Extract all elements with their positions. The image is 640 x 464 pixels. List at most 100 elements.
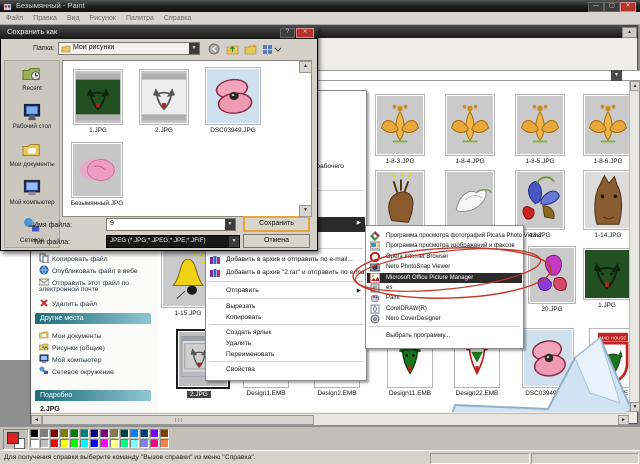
file-label[interactable]: Design2.EMB <box>305 390 369 397</box>
file-label[interactable]: 1-8-3.JPG <box>368 158 432 165</box>
scroll-right-icon[interactable]: ► <box>618 415 629 425</box>
thumbnail-dove[interactable] <box>445 170 495 230</box>
palette-color-swatch[interactable] <box>50 429 59 438</box>
open-with-item[interactable]: Программа просмотра изображений и факсов <box>367 241 522 251</box>
palette-color-swatch[interactable] <box>80 429 89 438</box>
menubar-item-1[interactable]: Правка <box>33 15 57 22</box>
open-with-item[interactable]: Microsoft Office Picture Manager <box>367 272 522 284</box>
place-desktop[interactable]: Рабочий стол <box>5 103 59 130</box>
filename-input[interactable]: 9 ▼ <box>106 218 236 231</box>
other-place-link[interactable]: Сетевое окружение <box>39 366 114 378</box>
context-menu-item[interactable]: Переименовать <box>207 349 365 361</box>
palette-color-swatch[interactable] <box>70 429 79 438</box>
palette-color-swatch[interactable] <box>100 429 109 438</box>
open-with-item[interactable]: es <box>367 283 522 293</box>
menubar-item-4[interactable]: Палитра <box>126 15 154 22</box>
file-label[interactable]: 1-8-4.JPG <box>438 158 502 165</box>
task-link[interactable]: Копировать файл <box>39 253 108 265</box>
other-place-link[interactable]: Мои документы <box>38 330 102 342</box>
palette-color-swatch[interactable] <box>90 439 99 448</box>
file-label[interactable]: 1-14.JPG <box>576 232 629 239</box>
new-folder-icon[interactable] <box>244 42 257 55</box>
context-menu-item[interactable]: Добавить в архив "2.rar" и отправить по … <box>207 267 367 279</box>
menubar-item-3[interactable]: Рисунок <box>90 15 116 22</box>
context-menu-item[interactable]: Добавить в архив и отправить по e-mail..… <box>207 254 365 266</box>
close-button[interactable]: ✕ <box>620 2 636 12</box>
other-place-link[interactable]: Мой компьютер <box>39 354 101 366</box>
open-with-item[interactable]: Paint <box>367 293 522 303</box>
current-colors-box[interactable] <box>3 429 29 450</box>
palette-color-swatch[interactable] <box>150 429 159 438</box>
context-menu-item[interactable]: Свойства <box>207 364 365 376</box>
palette-color-swatch[interactable] <box>130 439 139 448</box>
dialog-thumbnail-DSC03949.JPG[interactable] <box>205 67 261 125</box>
palette-color-swatch[interactable] <box>140 429 149 438</box>
open-with-item[interactable]: Nero PhotoSnap Viewer <box>367 262 522 272</box>
palette-color-swatch[interactable] <box>40 429 49 438</box>
scroll-up-icon[interactable]: ▲ <box>630 81 640 91</box>
palette-color-swatch[interactable] <box>100 439 109 448</box>
task-link[interactable]: электронной почте <box>39 286 98 293</box>
minimize-button[interactable]: — <box>588 2 604 12</box>
address-dropdown-icon[interactable]: ▼ <box>611 70 622 81</box>
palette-color-swatch[interactable] <box>80 439 89 448</box>
file-label[interactable]: 1.JPG <box>575 302 629 309</box>
palette-color-swatch[interactable] <box>30 439 39 448</box>
scroll-down-icon[interactable]: ▼ <box>630 402 640 412</box>
place-computer[interactable]: Мой компьютер <box>5 179 59 206</box>
menubar-item-5[interactable]: Справка <box>164 15 191 22</box>
open-with-item[interactable]: Программа просмотра фотографий Picasa Ph… <box>367 231 542 241</box>
dialog-scroll-down-icon[interactable]: ▼ <box>299 205 312 217</box>
thumbnail-1-8-4.JPG[interactable] <box>445 94 495 156</box>
open-with-item[interactable]: Nero CoverDesigner <box>367 314 522 324</box>
palette-color-swatch[interactable] <box>60 429 69 438</box>
palette-color-swatch[interactable] <box>110 439 119 448</box>
thumbnail-1-14.JPG[interactable] <box>583 170 629 230</box>
back-icon[interactable] <box>208 42 221 55</box>
palette-color-swatch[interactable] <box>60 439 69 448</box>
filetype-combo[interactable]: JPEG (*.JPG;*.JPEG;*.JPE;*.JFIF) ▼ <box>106 235 240 248</box>
dialog-thumbnail-1.JPG[interactable] <box>73 69 123 125</box>
save-button[interactable]: Сохранить <box>243 216 310 232</box>
palette-color-swatch[interactable] <box>140 439 149 448</box>
scroll-left-icon[interactable]: ◄ <box>31 415 42 425</box>
file-label[interactable]: 1-8-6.JPG <box>576 158 629 165</box>
palette-color-swatch[interactable] <box>160 429 169 438</box>
palette-color-swatch[interactable] <box>110 429 119 438</box>
task-link[interactable]: Опубликовать файл в вебе <box>39 265 138 277</box>
dialog-scroll-up-icon[interactable]: ▲ <box>299 61 312 73</box>
file-label[interactable]: Design1.EMB <box>234 390 298 397</box>
horizontal-scrollbar[interactable]: ◄ ► <box>31 413 629 425</box>
maximize-button[interactable]: ▢ <box>604 2 620 12</box>
context-menu-item[interactable]: Отправить ▶ <box>207 285 365 297</box>
place-documents[interactable]: Мои документы <box>5 141 59 168</box>
open-with-item[interactable]: Opera Internet Browser <box>367 251 522 262</box>
thumbnail-1-8-5.JPG[interactable] <box>515 94 565 156</box>
palette-color-swatch[interactable] <box>50 439 59 448</box>
views-icon[interactable] <box>262 42 282 54</box>
dialog-close-button[interactable]: ✕ <box>296 28 314 38</box>
dialog-thumbnail-Безымянный.JPG[interactable] <box>71 142 123 198</box>
thumbnail-hand[interactable] <box>375 170 425 230</box>
dialog-thumbnail-2.JPG[interactable] <box>139 69 189 125</box>
open-with-item[interactable]: CorelDRAW(R) <box>367 304 522 314</box>
explorer-window-button[interactable]: ▲ <box>622 27 637 38</box>
palette-color-swatch[interactable] <box>130 429 139 438</box>
cancel-button[interactable]: Отмена <box>243 234 310 248</box>
file-label[interactable]: 2.JPG <box>187 391 211 398</box>
context-menu-item[interactable]: Копировать <box>207 312 365 324</box>
thumbnail-1-8-6.JPG[interactable] <box>583 94 629 156</box>
place-recent[interactable]: Recent <box>5 65 59 92</box>
palette-color-swatch[interactable] <box>90 429 99 438</box>
menubar-item-2[interactable]: Вид <box>67 15 80 22</box>
palette-color-swatch[interactable] <box>120 429 129 438</box>
menubar-item-0[interactable]: Файл <box>6 15 23 22</box>
up-folder-icon[interactable] <box>226 42 239 55</box>
dialog-file-label[interactable]: 2.JPG <box>132 127 196 134</box>
folder-combo-dropdown-icon[interactable]: ▼ <box>189 43 199 54</box>
other-place-link[interactable]: Рисунки (общие) <box>38 342 105 354</box>
dialog-file-label[interactable]: DSC03949.JPG <box>201 127 265 134</box>
dialog-file-label[interactable]: Безымянный.JPG <box>65 200 129 207</box>
palette-color-swatch[interactable] <box>30 429 39 438</box>
palette-color-swatch[interactable] <box>120 439 129 448</box>
